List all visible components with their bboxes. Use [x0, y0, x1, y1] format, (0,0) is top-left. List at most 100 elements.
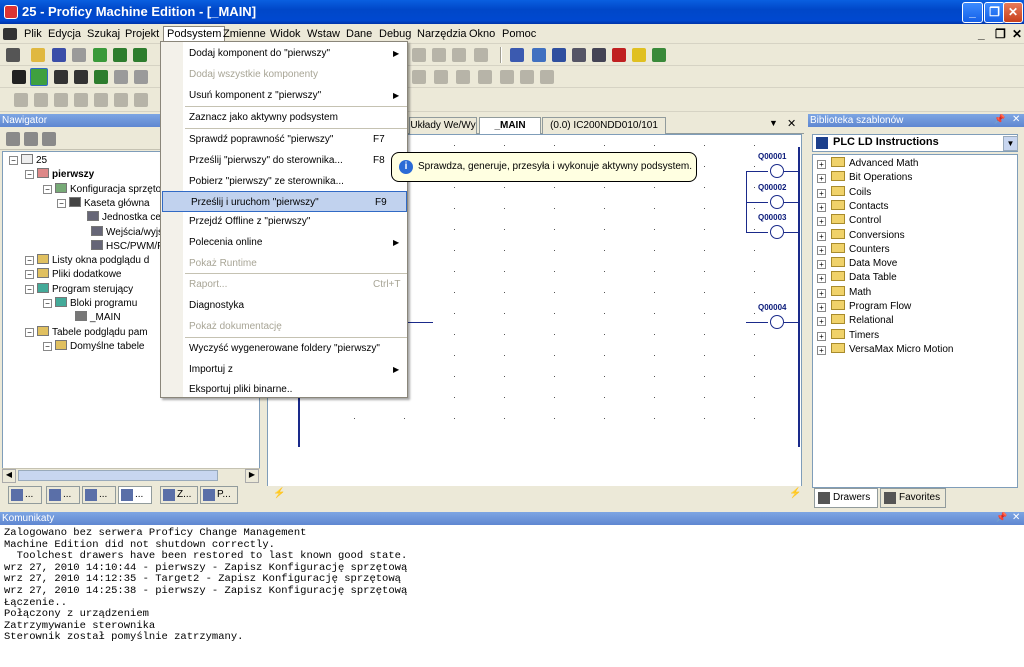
- messages-close-icon[interactable]: ✕: [1012, 512, 1020, 523]
- coil-icon[interactable]: [770, 164, 784, 178]
- menu-item-15[interactable]: Importuj z ▶: [161, 359, 407, 380]
- messages-pin-icon[interactable]: 📌: [996, 512, 1007, 523]
- library-item[interactable]: Data Table: [827, 271, 897, 285]
- menu-item-8[interactable]: Przejdź Offline z "pierwszy": [161, 211, 407, 232]
- menu-szukaj[interactable]: Szukaj: [84, 27, 123, 42]
- menu-dane[interactable]: Dane: [343, 27, 375, 42]
- library-item[interactable]: Relational: [827, 314, 893, 328]
- tree-item[interactable]: 25: [21, 154, 47, 168]
- menu-edycja[interactable]: Edycja: [45, 27, 84, 42]
- minimize-button[interactable]: _: [962, 2, 983, 23]
- open-icon[interactable]: [31, 48, 45, 62]
- library-dropdown[interactable]: PLC LD Instructions ▼: [812, 134, 1018, 152]
- tree-item[interactable]: Konfiguracja sprzętowa: [55, 182, 174, 197]
- run-icon[interactable]: [94, 70, 108, 84]
- window-icon[interactable]: [510, 48, 524, 62]
- menu-plik[interactable]: Plik: [21, 27, 45, 42]
- editor-tab[interactable]: Układy We/Wy: [409, 117, 477, 134]
- menu-item-14[interactable]: Wyczyść wygenerowane foldery "pierwszy": [161, 338, 407, 359]
- nav-tab[interactable]: P...: [200, 486, 238, 504]
- doc-minimize-icon[interactable]: _: [978, 27, 985, 41]
- expand-icon[interactable]: −: [25, 327, 34, 337]
- editor-tab[interactable]: _MAIN: [479, 117, 541, 134]
- nav-props-icon[interactable]: [42, 132, 56, 146]
- library-item[interactable]: Advanced Math: [827, 157, 919, 171]
- nav-scroll-thumb[interactable]: [18, 470, 218, 481]
- menu-zmienne[interactable]: Zmienne: [220, 27, 269, 42]
- menu-item-16[interactable]: Eksportuj pliki binarne..: [161, 379, 407, 400]
- nav-list-icon[interactable]: [6, 132, 20, 146]
- menu-podsystem[interactable]: Podsystem: [163, 26, 226, 41]
- library-tab[interactable]: Favorites: [880, 488, 946, 508]
- expand-icon[interactable]: −: [25, 284, 34, 294]
- library-item[interactable]: Coils: [827, 185, 871, 200]
- ld-edit-icon[interactable]: [520, 70, 534, 84]
- chart-icon[interactable]: [552, 48, 566, 62]
- check-icon[interactable]: [93, 48, 107, 62]
- tree-item[interactable]: pierwszy: [37, 168, 94, 182]
- tree-item[interactable]: Pliki dodatkowe: [37, 268, 121, 282]
- counter-icon[interactable]: [592, 48, 606, 62]
- maximize-button[interactable]: ❐: [984, 2, 1005, 23]
- tree-item[interactable]: Bloki programu: [55, 297, 137, 311]
- tools-icon[interactable]: [652, 48, 666, 62]
- library-item[interactable]: Timers: [827, 328, 879, 343]
- ladder-tool-2-icon[interactable]: [34, 93, 48, 107]
- scroll-left-icon[interactable]: ◀: [2, 469, 16, 483]
- nav-tab[interactable]: ...: [46, 486, 80, 504]
- delete-icon[interactable]: [452, 48, 466, 62]
- editor-tab[interactable]: (0.0) IC200NDD010/101: [542, 117, 666, 134]
- expand-icon[interactable]: +: [817, 160, 826, 169]
- expand-icon[interactable]: −: [43, 299, 52, 308]
- scroll-right-icon[interactable]: ▶: [245, 469, 259, 483]
- expand-icon[interactable]: +: [817, 303, 826, 312]
- expand-icon[interactable]: −: [43, 341, 52, 351]
- coil-icon[interactable]: [770, 225, 784, 239]
- library-tab[interactable]: Drawers: [814, 488, 878, 508]
- redo-icon[interactable]: [432, 48, 446, 62]
- ladder-tool-7-icon[interactable]: [134, 93, 148, 107]
- tree-item[interactable]: Program sterujący: [37, 282, 133, 297]
- library-item[interactable]: Counters: [827, 242, 890, 257]
- doc-close-icon[interactable]: ✕: [1012, 27, 1022, 41]
- tree-item[interactable]: Tabele podglądu pam: [37, 325, 148, 340]
- menu-item-2[interactable]: Usuń komponent z "pierwszy" ▶: [161, 85, 407, 106]
- new-icon[interactable]: [6, 48, 20, 62]
- ld-branch-icon[interactable]: [456, 70, 470, 84]
- library-item[interactable]: Math: [827, 285, 871, 300]
- nav-tab[interactable]: ...: [118, 486, 152, 504]
- menu-projekt[interactable]: Projekt: [122, 27, 162, 42]
- menu-pomoc[interactable]: Pomoc: [499, 27, 539, 42]
- library-item[interactable]: Control: [827, 214, 881, 228]
- tree-item[interactable]: Kaseta główna: [69, 196, 150, 211]
- ld-line-icon[interactable]: [478, 70, 492, 84]
- menu-item-0[interactable]: Dodaj komponent do "pierwszy" ▶: [161, 43, 407, 64]
- editor-hscrollbar[interactable]: ⚡ ⚡: [267, 486, 802, 500]
- menu-item-7[interactable]: Prześlij i uruchom "pierwszy" F9: [162, 191, 407, 212]
- save-icon[interactable]: [52, 48, 66, 62]
- dropdown-arrow-icon[interactable]: ▼: [1003, 136, 1018, 151]
- library-item[interactable]: Conversions: [827, 228, 905, 243]
- ladder-tool-6-icon[interactable]: [114, 93, 128, 107]
- print-icon[interactable]: [72, 48, 86, 62]
- expand-icon[interactable]: +: [817, 245, 826, 255]
- menu-narzędzia[interactable]: Narzędzia: [414, 27, 470, 42]
- expand-icon[interactable]: −: [57, 198, 66, 208]
- nav-tab[interactable]: ...: [82, 486, 116, 504]
- lightning-icon[interactable]: [12, 70, 26, 84]
- star-icon[interactable]: [632, 48, 646, 62]
- doc-restore-icon[interactable]: ❐: [995, 27, 1006, 41]
- table-icon[interactable]: [572, 48, 586, 62]
- nav-tab[interactable]: Z...: [160, 486, 198, 504]
- tree-item[interactable]: _MAIN: [75, 311, 121, 325]
- nav-hscrollbar[interactable]: ◀ ▶: [2, 468, 260, 483]
- library-item[interactable]: VersaMax Micro Motion: [827, 342, 953, 357]
- menu-okno[interactable]: Okno: [466, 27, 498, 42]
- ladder-tool-5-icon[interactable]: [94, 93, 108, 107]
- menu-item-6[interactable]: Pobierz "pierwszy" ze sterownika...: [161, 171, 407, 192]
- hand-icon[interactable]: [30, 68, 48, 86]
- menu-item-12[interactable]: Diagnostyka: [161, 295, 407, 316]
- pin-icon[interactable]: 📌: [994, 114, 1005, 125]
- properties-icon[interactable]: [474, 48, 488, 62]
- expand-icon[interactable]: +: [817, 331, 826, 341]
